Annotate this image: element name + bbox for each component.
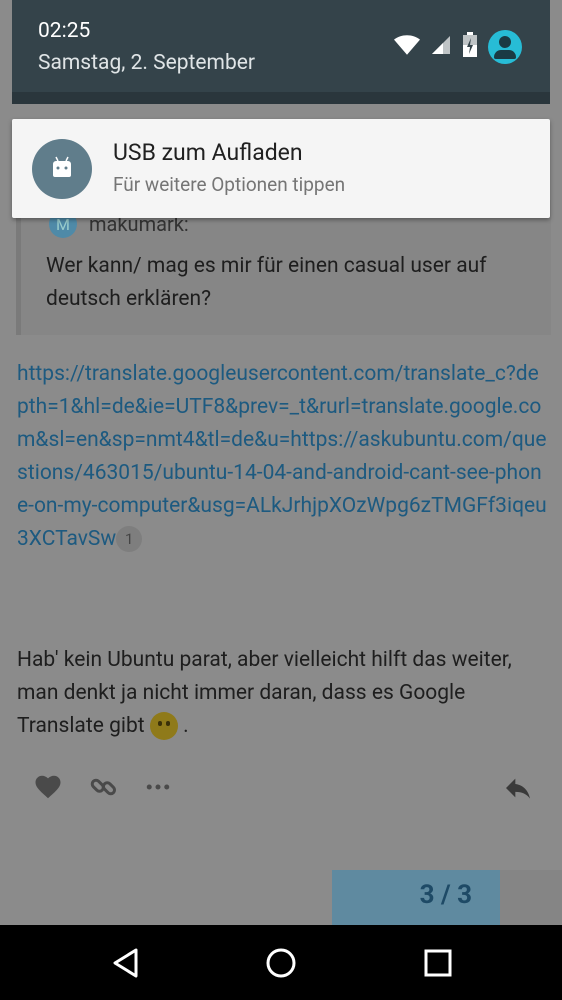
progress-label: 3 / 3 bbox=[419, 880, 472, 910]
user-icon[interactable] bbox=[488, 30, 522, 64]
status-icons bbox=[394, 30, 522, 64]
recents-button[interactable] bbox=[420, 945, 456, 981]
signal-icon bbox=[430, 34, 452, 60]
post-actions bbox=[30, 772, 540, 812]
ellipsis-icon[interactable] bbox=[140, 772, 176, 808]
date[interactable]: Samstag, 2. September bbox=[38, 51, 255, 75]
home-button[interactable] bbox=[263, 945, 299, 981]
link-icon[interactable] bbox=[86, 772, 122, 808]
navigation-bar bbox=[0, 925, 562, 1000]
clock: 02:25 bbox=[38, 19, 91, 43]
topic-progress[interactable]: 3 / 3 bbox=[332, 870, 500, 925]
post-text: Hab' kein Ubuntu parat, aber vielleicht … bbox=[17, 648, 512, 738]
notification-shade-header: 02:25 Samstag, 2. September bbox=[12, 0, 550, 104]
battery-icon bbox=[462, 32, 478, 62]
heart-icon[interactable] bbox=[30, 772, 66, 808]
usb-notification[interactable]: USB zum Aufladen Für weitere Optionen ti… bbox=[12, 119, 550, 218]
reply-icon[interactable] bbox=[500, 772, 536, 808]
translate-link[interactable]: https://translate.googleusercontent.com/… bbox=[17, 362, 547, 551]
back-button[interactable] bbox=[108, 945, 144, 981]
shade-divider bbox=[12, 92, 550, 104]
notification-title: USB zum Aufladen bbox=[113, 139, 303, 166]
post-suffix: . bbox=[177, 714, 189, 738]
wifi-icon bbox=[394, 34, 420, 60]
notification-subtitle: Für weitere Optionen tippen bbox=[113, 173, 346, 196]
progress-remainder bbox=[500, 870, 562, 925]
quote-block: M makumark: Wer kann/ mag es mir für ein… bbox=[16, 200, 551, 335]
quote-text: Wer kann/ mag es mir für einen casual us… bbox=[46, 254, 487, 311]
android-icon bbox=[32, 139, 92, 199]
smiley-icon bbox=[149, 712, 178, 741]
post-body: Hab' kein Ubuntu parat, aber vielleicht … bbox=[17, 644, 537, 743]
link-click-count: 1 bbox=[116, 526, 143, 553]
post-link-paragraph: https://translate.googleusercontent.com/… bbox=[17, 358, 547, 556]
